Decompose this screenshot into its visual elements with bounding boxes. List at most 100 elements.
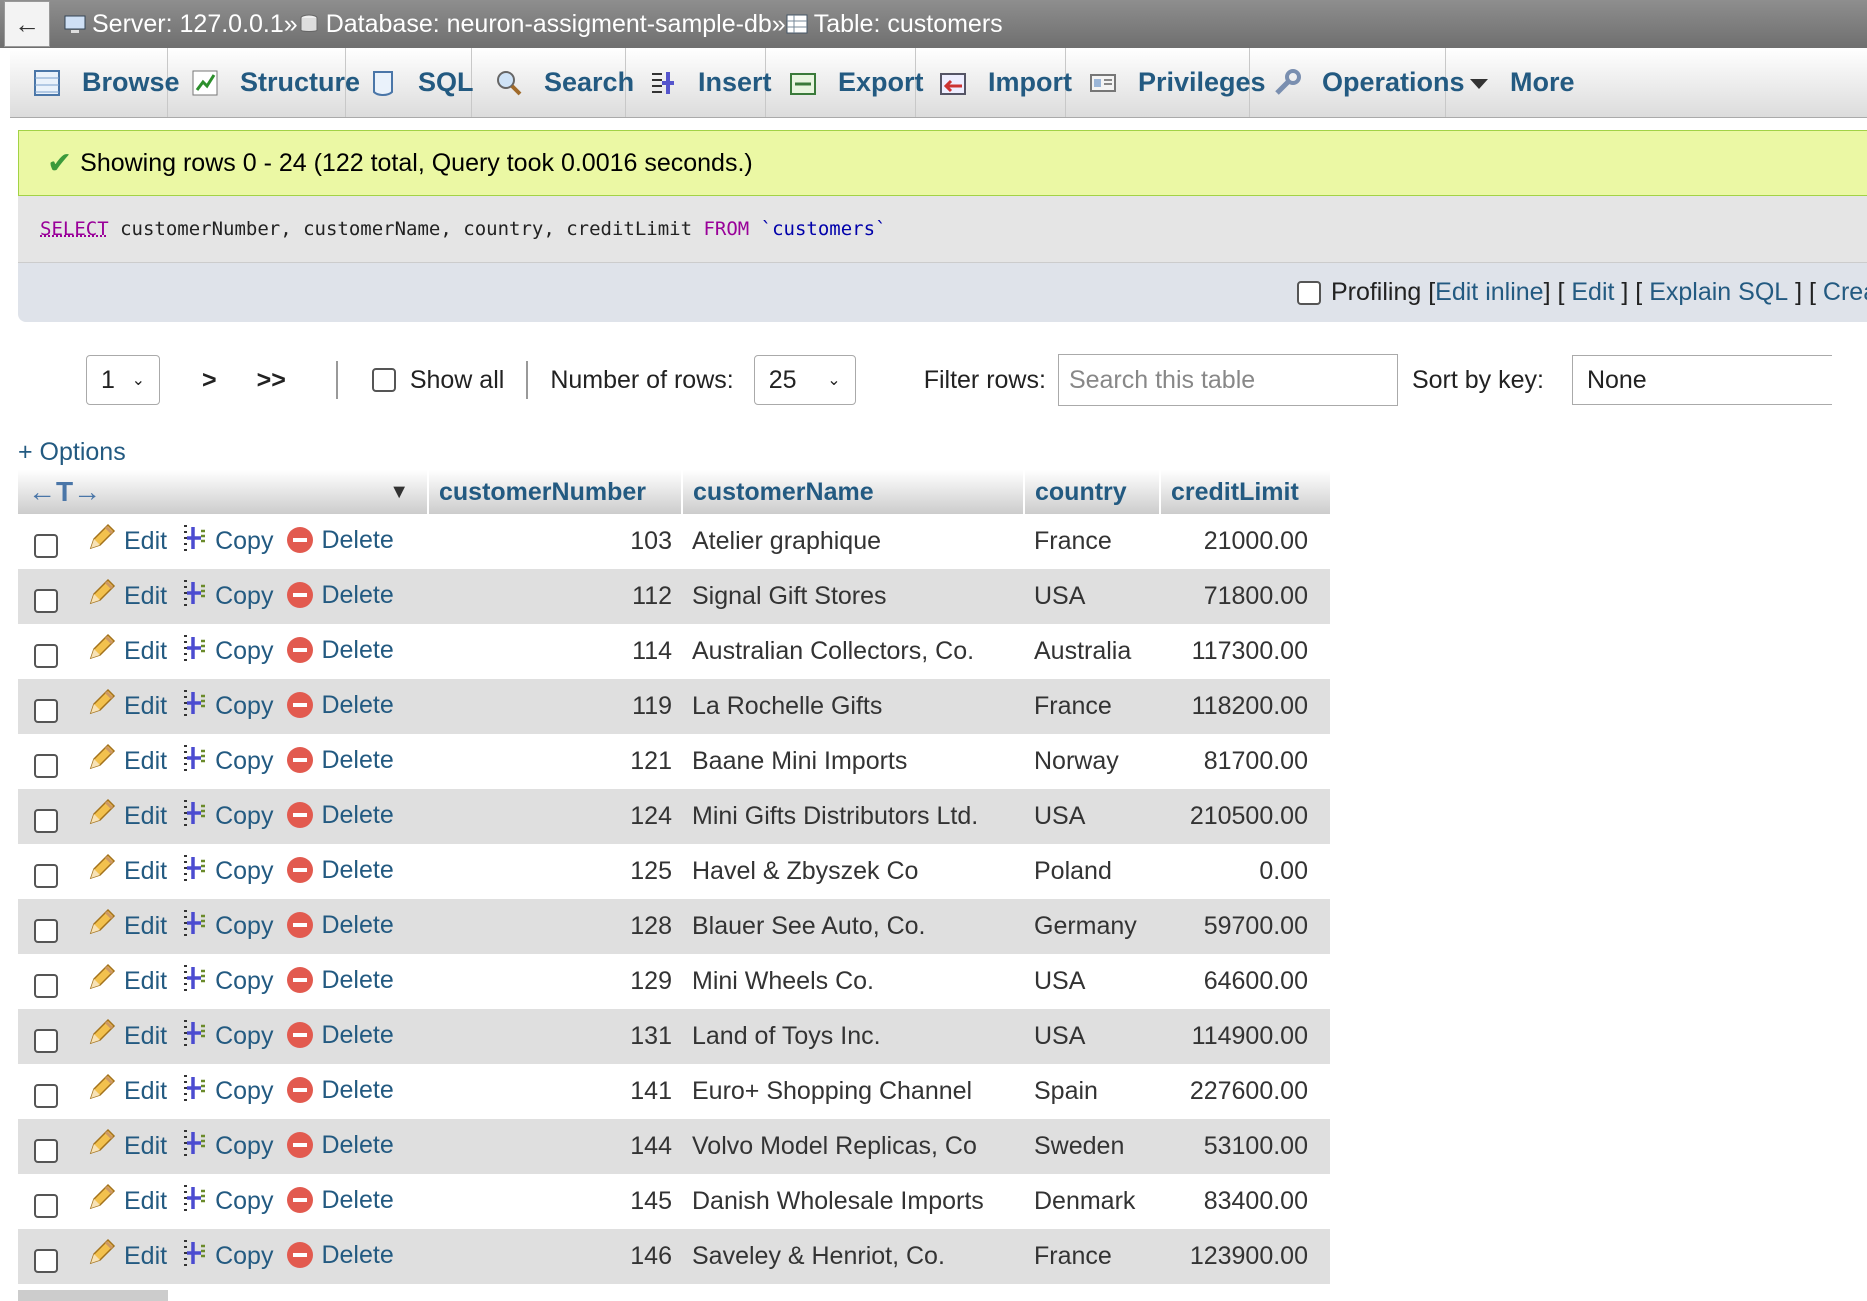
cell-customerNumber[interactable]: 121 [428, 734, 682, 789]
cell-customerName[interactable]: Saveley & Henriot, Co. [682, 1229, 1024, 1284]
delete-row-link[interactable]: Delete [287, 801, 394, 830]
cell-customerName[interactable]: Baane Mini Imports [682, 734, 1024, 789]
cell-customerNumber[interactable]: 145 [428, 1174, 682, 1229]
back-button[interactable]: ← [4, 1, 50, 47]
row-checkbox[interactable] [34, 754, 58, 779]
cell-creditLimit[interactable]: 0.00 [1160, 844, 1330, 899]
row-checkbox[interactable] [34, 864, 58, 889]
row-checkbox[interactable] [34, 589, 58, 614]
edit-row-link[interactable]: Edit [86, 908, 167, 945]
filter-input[interactable]: Search this table [1057, 354, 1398, 406]
delete-row-link[interactable]: Delete [287, 1186, 394, 1215]
cell-customerName[interactable]: Mini Gifts Distributors Ltd. [682, 789, 1024, 844]
column-header-customerNumber[interactable]: customerNumber [428, 470, 683, 514]
profiling-checkbox[interactable] [1296, 280, 1321, 305]
copy-row-link[interactable]: Copy [181, 1018, 273, 1055]
column-move-icon[interactable]: ←T→ [28, 476, 101, 508]
copy-row-link[interactable]: Copy [181, 1128, 273, 1165]
cell-country[interactable]: Poland [1024, 844, 1160, 899]
cell-customerName[interactable]: Danish Wholesale Imports [682, 1174, 1024, 1229]
cell-creditLimit[interactable]: 64600.00 [1160, 954, 1330, 1009]
options-toggle[interactable]: + Options [18, 438, 126, 467]
cell-creditLimit[interactable]: 21000.00 [1160, 514, 1330, 569]
cell-customerNumber[interactable]: 131 [428, 1009, 682, 1064]
copy-row-link[interactable]: Copy [181, 798, 273, 835]
cell-customerNumber[interactable]: 119 [428, 679, 682, 734]
delete-row-link[interactable]: Delete [287, 1131, 394, 1160]
cell-customerName[interactable]: Land of Toys Inc. [682, 1009, 1024, 1064]
cell-country[interactable]: Spain [1024, 1064, 1160, 1119]
cell-customerNumber[interactable]: 114 [428, 624, 682, 679]
cell-creditLimit[interactable]: 118200.00 [1160, 679, 1330, 734]
delete-row-link[interactable]: Delete [287, 911, 394, 940]
sort-select[interactable]: None [1571, 355, 1832, 405]
cell-customerName[interactable]: Havel & Zbyszek Co [682, 844, 1024, 899]
edit-query-link[interactable]: Edit [1571, 278, 1614, 307]
cell-country[interactable]: France [1024, 1229, 1160, 1284]
cell-customerName[interactable]: Blauer See Auto, Co. [682, 899, 1024, 954]
column-header-customerName[interactable]: customerName [682, 470, 1025, 514]
delete-row-link[interactable]: Delete [287, 636, 394, 665]
cell-country[interactable]: Sweden [1024, 1119, 1160, 1174]
cell-customerNumber[interactable]: 125 [428, 844, 682, 899]
cell-country[interactable]: Denmark [1024, 1174, 1160, 1229]
copy-row-link[interactable]: Copy [181, 1073, 273, 1110]
row-checkbox[interactable] [34, 1249, 58, 1274]
cell-customerNumber[interactable]: 141 [428, 1064, 682, 1119]
cell-creditLimit[interactable]: 53100.00 [1160, 1119, 1330, 1174]
cell-country[interactable]: France [1024, 679, 1160, 734]
copy-row-link[interactable]: Copy [181, 963, 273, 1000]
cell-customerName[interactable]: Australian Collectors, Co. [682, 624, 1024, 679]
cell-customerName[interactable]: Volvo Model Replicas, Co [682, 1119, 1024, 1174]
cell-customerNumber[interactable]: 128 [428, 899, 682, 954]
cell-customerName[interactable]: Euro+ Shopping Channel [682, 1064, 1024, 1119]
edit-inline-link[interactable]: Edit inline [1435, 278, 1543, 307]
edit-row-link[interactable]: Edit [86, 1018, 167, 1055]
delete-row-link[interactable]: Delete [287, 1241, 394, 1270]
column-header-creditLimit[interactable]: creditLimit [1160, 470, 1330, 514]
edit-row-link[interactable]: Edit [86, 853, 167, 890]
rows-select[interactable]: 25 ⌄ [753, 355, 856, 405]
row-checkbox[interactable] [34, 919, 58, 944]
cell-country[interactable]: USA [1024, 1009, 1160, 1064]
row-checkbox[interactable] [34, 1084, 58, 1109]
cell-customerName[interactable]: Atelier graphique [682, 514, 1024, 569]
breadcrumb-server[interactable]: Server: 127.0.0.1 [64, 10, 284, 39]
copy-row-link[interactable]: Copy [181, 523, 273, 560]
cell-creditLimit[interactable]: 210500.00 [1160, 789, 1330, 844]
edit-row-link[interactable]: Edit [86, 578, 167, 615]
cell-creditLimit[interactable]: 83400.00 [1160, 1174, 1330, 1229]
cell-creditLimit[interactable]: 59700.00 [1160, 899, 1330, 954]
delete-row-link[interactable]: Delete [287, 581, 394, 610]
copy-row-link[interactable]: Copy [181, 908, 273, 945]
cell-country[interactable]: Norway [1024, 734, 1160, 789]
tab-import[interactable]: Import [916, 48, 1072, 117]
row-checkbox[interactable] [34, 1194, 58, 1219]
copy-row-link[interactable]: Copy [181, 578, 273, 615]
edit-row-link[interactable]: Edit [86, 1183, 167, 1220]
edit-row-link[interactable]: Edit [86, 798, 167, 835]
tab-browse[interactable]: Browse [10, 48, 180, 117]
row-checkbox[interactable] [34, 644, 58, 669]
column-header-country[interactable]: country [1024, 470, 1161, 514]
tab-privileges[interactable]: Privileges [1066, 48, 1266, 117]
horizontal-scrollbar[interactable] [18, 1290, 168, 1301]
cell-country[interactable]: Germany [1024, 899, 1160, 954]
cell-customerNumber[interactable]: 129 [428, 954, 682, 1009]
sort-dropdown-icon[interactable]: ▼ [389, 481, 409, 504]
cell-customerNumber[interactable]: 144 [428, 1119, 682, 1174]
row-checkbox[interactable] [34, 974, 58, 999]
cell-customerNumber[interactable]: 124 [428, 789, 682, 844]
delete-row-link[interactable]: Delete [287, 1076, 394, 1105]
edit-row-link[interactable]: Edit [86, 523, 167, 560]
tab-operations[interactable]: Operations [1250, 48, 1465, 117]
delete-row-link[interactable]: Delete [287, 746, 394, 775]
tab-search[interactable]: Search [472, 48, 634, 117]
tab-sql[interactable]: SQL [346, 48, 474, 117]
delete-row-link[interactable]: Delete [287, 526, 394, 555]
edit-row-link[interactable]: Edit [86, 633, 167, 670]
row-checkbox[interactable] [34, 1139, 58, 1164]
edit-row-link[interactable]: Edit [86, 1238, 167, 1275]
edit-row-link[interactable]: Edit [86, 963, 167, 1000]
cell-customerName[interactable]: La Rochelle Gifts [682, 679, 1024, 734]
